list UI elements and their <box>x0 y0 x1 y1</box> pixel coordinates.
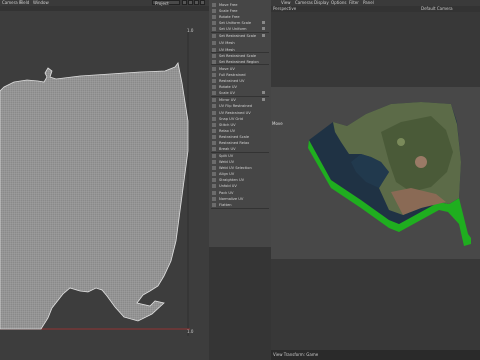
tool-icon <box>212 9 216 13</box>
tool-item-label: Flatten <box>219 203 232 207</box>
uv-mode-dropdown[interactable]: Project <box>152 0 180 6</box>
tool-item[interactable]: UV Mesh <box>212 40 268 46</box>
tool-icon <box>212 41 216 45</box>
tool-item-label: Set UV Uniform <box>219 27 247 31</box>
tool-icon <box>212 178 216 182</box>
uv-grid <box>0 29 190 336</box>
option-box-icon[interactable] <box>262 21 265 24</box>
tool-icon <box>212 172 216 176</box>
tool-icon <box>212 91 216 95</box>
tool-item-label: Mirror UV <box>219 98 236 102</box>
tool-icon <box>212 15 216 19</box>
option-box-icon[interactable] <box>262 98 265 101</box>
tool-item[interactable]: Unfold UV <box>212 183 268 189</box>
tool-icon <box>212 129 216 133</box>
tool-item-label: Rotate Free <box>219 15 240 19</box>
tool-item-label: UV Restrained UV <box>219 111 251 115</box>
tool-item-label: Set Restrained Scale <box>219 34 257 38</box>
option-box-icon[interactable] <box>262 91 265 94</box>
tool-divider <box>211 52 269 53</box>
tool-item-label: Unfold UV <box>219 184 237 188</box>
tool-item-label: Restrained UV <box>219 79 245 83</box>
tool-item-label: UV Mesh <box>219 41 235 45</box>
tool-divider <box>211 152 269 153</box>
tool-icon <box>212 98 216 102</box>
3d-viewport[interactable]: Move <box>271 12 480 350</box>
tool-item-label: Relax UV <box>219 129 236 133</box>
tool-panel-empty <box>209 247 271 360</box>
tool-icon <box>212 3 216 7</box>
tool-icon <box>212 34 216 38</box>
frame-icon[interactable] <box>194 0 199 5</box>
tool-icon <box>212 104 216 108</box>
tool-item-label: Scale UV <box>219 91 235 95</box>
tool-item-label: Rotate UV <box>219 85 237 89</box>
viewport-status-bar: View Transform: Game <box>271 350 480 360</box>
tool-icon <box>212 117 216 121</box>
tool-icon <box>212 21 216 25</box>
tool-icon <box>212 166 216 170</box>
tool-icon <box>212 27 216 31</box>
tool-icon <box>212 141 216 145</box>
tool-icon <box>212 135 216 139</box>
tool-icon <box>212 111 216 115</box>
tool-divider <box>211 32 269 33</box>
tool-item-label: Normalize UV <box>219 197 244 201</box>
status-text: View Transform: Game <box>273 352 319 357</box>
tool-icon <box>212 197 216 201</box>
tool-icon <box>212 79 216 83</box>
tool-item-label: Full Restrained <box>219 73 246 77</box>
tool-icon <box>212 184 216 188</box>
tool-divider <box>211 208 269 209</box>
option-box-icon[interactable] <box>262 27 265 30</box>
settings-icon[interactable] <box>200 0 205 5</box>
tool-item-label: UV Flip Restrained <box>219 104 252 108</box>
option-box-icon[interactable] <box>262 34 265 37</box>
tool-icon <box>212 147 216 151</box>
tool-item-label: Align UV <box>219 172 235 176</box>
tool-item-label: Set Restrained Scale <box>219 54 257 58</box>
uv-tool-panel: Move Free Scale Free Rotate Free Set Unifor… <box>209 0 271 247</box>
tool-divider <box>211 96 269 97</box>
tool-icon <box>212 203 216 207</box>
tool-item-label: Split UV <box>219 154 234 158</box>
uv-shell <box>0 62 189 330</box>
tool-item-label: Snap UV Grid <box>219 117 243 121</box>
tool-divider <box>211 64 269 65</box>
tool-icon <box>212 73 216 77</box>
tool-icon <box>212 85 216 89</box>
tool-item-label: Scale Free <box>219 9 238 13</box>
tool-item[interactable]: UV Flip Restrained <box>212 103 268 109</box>
tool-item-label: Move UV <box>219 67 235 71</box>
tool-item-label: Restrained Relax <box>219 141 250 145</box>
tool-item-label: Pack UV <box>219 191 234 195</box>
tool-item-label: Straighten UV <box>219 178 245 182</box>
tool-item-label: Stitch UV <box>219 123 236 127</box>
tool-item-label: Weld UV <box>219 160 235 164</box>
tool-icon <box>212 54 216 58</box>
terrain-model <box>308 102 471 246</box>
tool-item-label: Break UV <box>219 147 236 151</box>
tool-icon <box>212 191 216 195</box>
axis-label-top: 1.0 <box>187 28 194 33</box>
uv-editor-canvas[interactable]: 1.0 1.0 <box>0 11 209 360</box>
tool-icon <box>212 160 216 164</box>
tool-item-label: Weld UV Selection <box>219 166 252 170</box>
tool-item-label: Move Free <box>219 3 238 7</box>
tool-icon <box>212 154 216 158</box>
tool-icon <box>212 123 216 127</box>
axis-label-bottom: 1.0 <box>187 329 194 334</box>
tool-item-label: Restrained Scale <box>219 135 250 139</box>
tool-icon <box>212 67 216 71</box>
snap-icon[interactable] <box>188 0 193 5</box>
tool-item-label: Set Uniform Scale <box>219 21 252 25</box>
grid-icon[interactable] <box>182 0 187 5</box>
tool-item[interactable]: Set Restrained Scale <box>212 33 268 39</box>
